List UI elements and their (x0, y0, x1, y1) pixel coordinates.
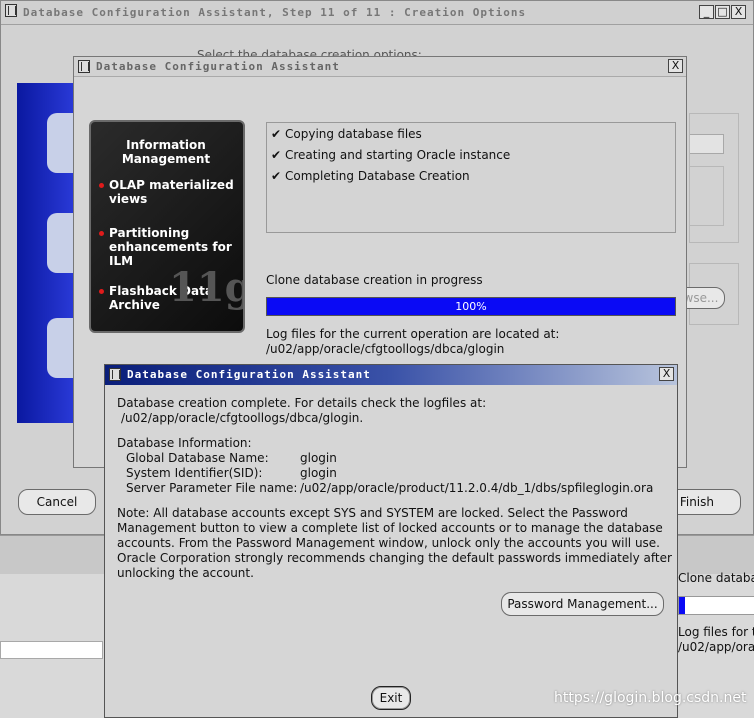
exit-button-label: Exit (379, 691, 403, 705)
complete-dialog-title: Database Configuration Assistant (127, 368, 371, 381)
db-info-label: Server Parameter File name: (126, 481, 298, 495)
db-banner-image (17, 83, 75, 423)
main-window-titlebar: Database Configuration Assistant, Step 1… (1, 1, 753, 25)
complete-logfile-path: /u02/app/oracle/cfgtoollogs/dbca/glogin. (121, 411, 364, 425)
minimize-button[interactable]: _ (699, 5, 714, 19)
db-cylinder-icon (47, 213, 75, 273)
maximize-button[interactable]: □ (715, 5, 730, 19)
promo-panel: Information Management OLAP materialized… (89, 120, 245, 333)
app-icon (78, 60, 90, 73)
app-icon (109, 368, 121, 381)
task-label: Copying database files (285, 127, 422, 141)
log-path: /u02/app/oracle/cfgtoollogs/dbca/glogin (266, 342, 505, 356)
note-line: accounts. From the Password Management w… (117, 536, 660, 550)
background-text-field (0, 641, 103, 659)
note-line: unlocking the account. (117, 566, 254, 580)
browse-button-label: wse... (683, 291, 719, 305)
complete-message: Database creation complete. For details … (117, 396, 487, 410)
note-line: Management button to view a complete lis… (117, 521, 663, 535)
task-item: ✔ Copying database files (271, 127, 422, 141)
task-list: ✔ Copying database files ✔ Creating and st… (266, 122, 676, 233)
password-management-button[interactable]: Password Management... (501, 592, 664, 616)
main-window-title: Database Configuration Assistant, Step 1… (23, 6, 527, 19)
background-log-text: Log files for th (678, 625, 754, 639)
db-info-heading: Database Information: (117, 436, 252, 450)
db-info-label: System Identifier(SID): (126, 466, 263, 480)
db-info-value: glogin (300, 466, 337, 480)
progress-bar: 100% (266, 297, 676, 316)
note-line: Note: All database accounts except SYS a… (117, 506, 628, 520)
task-item: ✔ Creating and starting Oracle instance (271, 148, 510, 162)
progress-status: Clone database creation in progress (266, 273, 483, 287)
promo-heading: Information Management (121, 138, 211, 166)
progress-dialog-title: Database Configuration Assistant (96, 60, 340, 73)
version-badge: 11g (169, 264, 245, 311)
promo-item: OLAP materialized views (99, 178, 239, 206)
task-item: ✔ Completing Database Creation (271, 169, 470, 183)
background-path-text: /u02/app/ora (678, 640, 754, 654)
cancel-button[interactable]: Cancel (18, 489, 96, 515)
db-cylinder-icon (47, 318, 75, 378)
progress-bar-label: 100% (455, 300, 487, 313)
main-right-panel-2 (689, 166, 724, 226)
background-progress-bar (678, 596, 754, 615)
password-management-label: Password Management... (507, 597, 658, 611)
db-info-label: Global Database Name: (126, 451, 269, 465)
background-clone-text: Clone databa (678, 571, 754, 585)
progress-close-button[interactable]: X (668, 59, 683, 73)
finish-button-label: Finish (679, 495, 714, 509)
app-icon (5, 4, 17, 17)
task-label: Completing Database Creation (285, 169, 470, 183)
note-line: Oracle Corporation strongly recommends c… (117, 551, 672, 565)
progress-dialog-titlebar: Database Configuration Assistant X (74, 57, 686, 77)
complete-close-button[interactable]: X (659, 367, 674, 381)
check-icon: ✔ (271, 148, 282, 162)
close-button[interactable]: X (731, 5, 746, 19)
log-label: Log files for the current operation are … (266, 327, 560, 341)
complete-dialog-titlebar: Database Configuration Assistant X (105, 365, 677, 385)
cancel-button-label: Cancel (36, 495, 78, 509)
check-icon: ✔ (271, 169, 282, 183)
check-icon: ✔ (271, 127, 282, 141)
db-cylinder-icon (47, 113, 75, 173)
complete-dialog: Database Configuration Assistant X Datab… (104, 364, 678, 718)
watermark: https://glogin.blog.csdn.net (554, 690, 747, 706)
db-info-value: /u02/app/oracle/product/11.2.0.4/db_1/db… (300, 481, 654, 495)
exit-button[interactable]: Exit (371, 686, 411, 710)
task-label: Creating and starting Oracle instance (285, 148, 511, 162)
promo-item: Partitioning enhancements for ILM (99, 226, 239, 268)
db-info-value: glogin (300, 451, 337, 465)
